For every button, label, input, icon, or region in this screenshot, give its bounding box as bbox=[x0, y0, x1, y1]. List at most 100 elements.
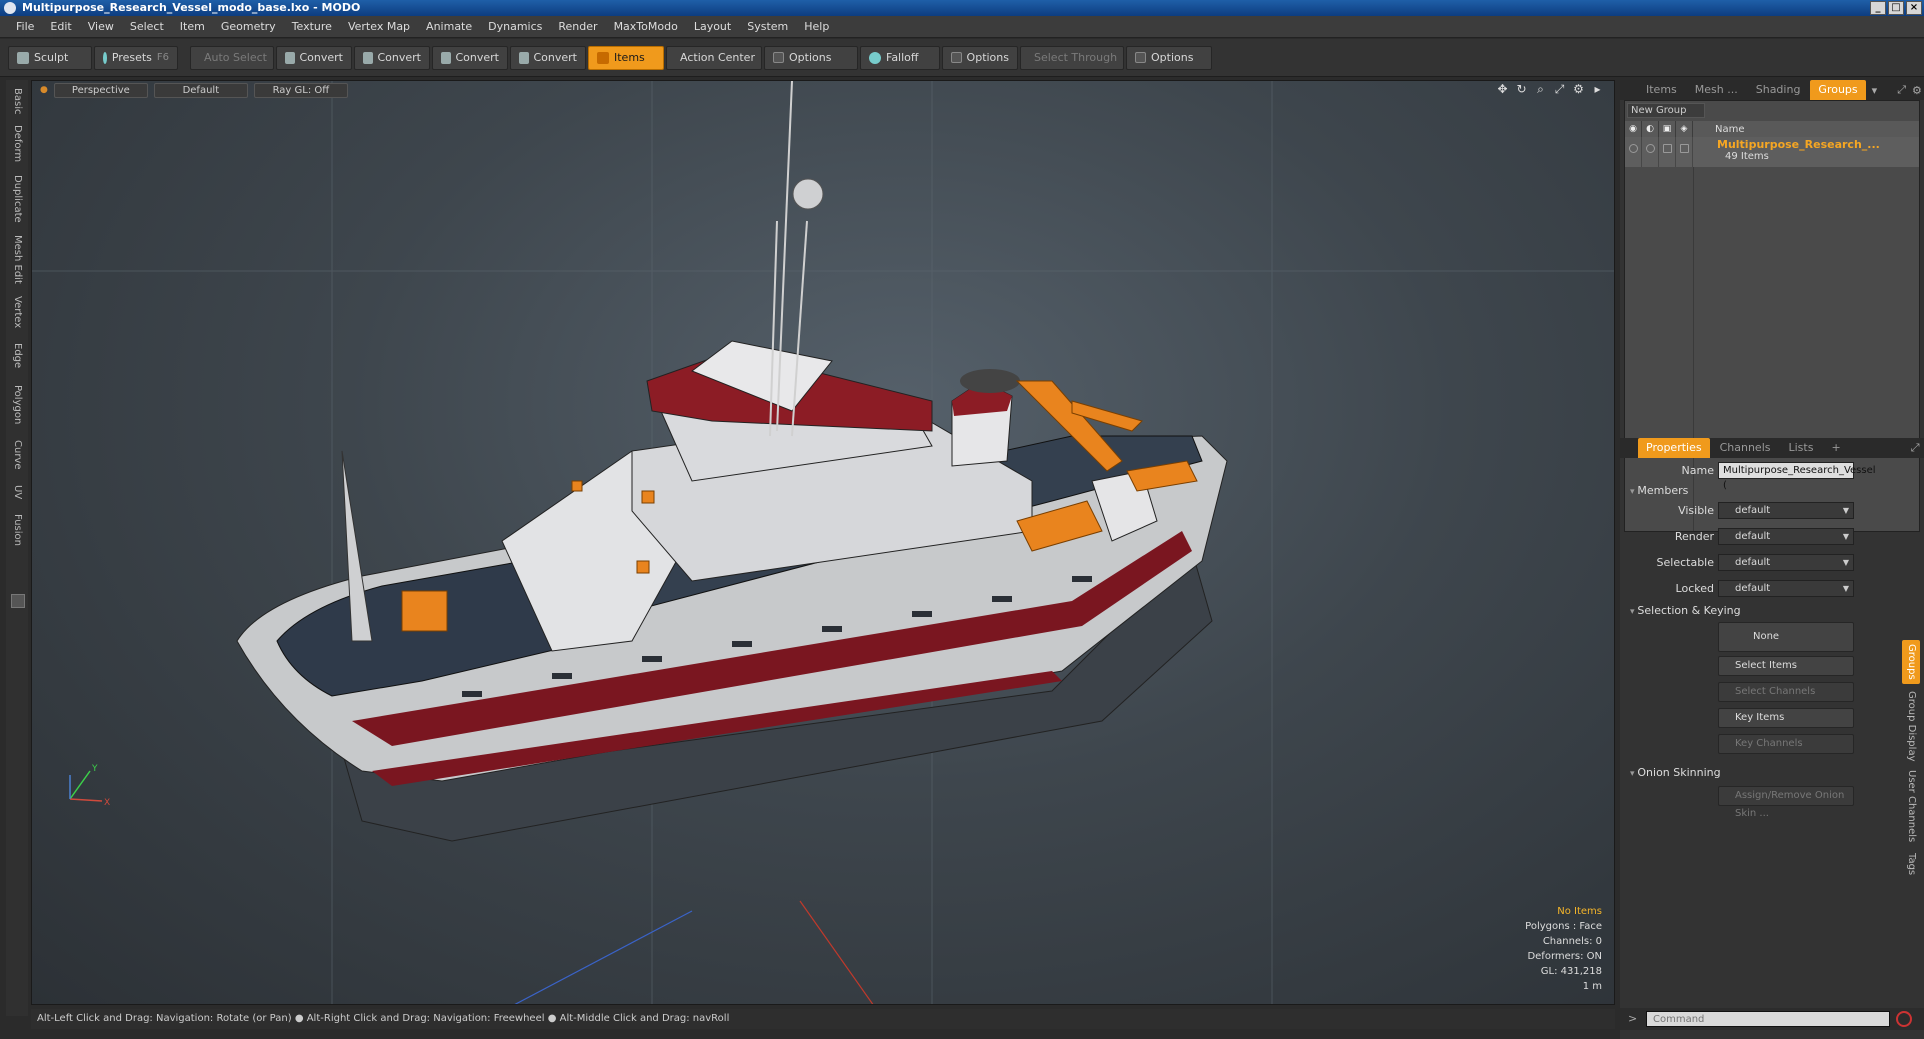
visibility-eye-icon[interactable]: ◉ bbox=[1625, 121, 1642, 137]
tab-mesh-edit[interactable]: Mesh Edit bbox=[6, 232, 28, 286]
gear-icon[interactable]: ⚙ bbox=[1572, 83, 1585, 96]
rotate-icon[interactable]: ↻ bbox=[1515, 83, 1528, 96]
select-through-button[interactable]: Select Through bbox=[1020, 45, 1124, 70]
menu-system[interactable]: System bbox=[739, 16, 796, 38]
select-items-button[interactable]: Select Items bbox=[1718, 656, 1854, 676]
select-through-options-button[interactable]: Options bbox=[1126, 45, 1212, 70]
3d-viewport[interactable]: Y X ● Perspective Default Ray GL: Off ✥ … bbox=[31, 80, 1615, 1005]
tab-shading[interactable]: Shading bbox=[1748, 80, 1809, 100]
onion-skinning-section[interactable]: Onion Skinning bbox=[1630, 766, 1720, 779]
key-items-button[interactable]: Key Items bbox=[1718, 708, 1854, 728]
tab-lists[interactable]: Lists bbox=[1781, 438, 1822, 458]
menu-layout[interactable]: Layout bbox=[686, 16, 739, 38]
tab-edge[interactable]: Edge bbox=[6, 338, 28, 374]
expand-icon[interactable]: ⤢ bbox=[1897, 83, 1906, 97]
tab-curve[interactable]: Curve bbox=[6, 436, 28, 474]
tab-channels[interactable]: Channels bbox=[1712, 438, 1779, 458]
tool-panel-toggle-button[interactable] bbox=[11, 594, 25, 608]
gear-icon[interactable]: ⚙ bbox=[1912, 84, 1922, 97]
menu-select[interactable]: Select bbox=[122, 16, 172, 38]
name-column-header[interactable]: Name bbox=[1693, 124, 1745, 135]
render-dropdown[interactable]: default ▼ bbox=[1718, 528, 1854, 545]
maximize-button[interactable]: □ bbox=[1888, 1, 1904, 15]
lock-icon[interactable]: ▣ bbox=[1659, 121, 1676, 137]
zoom-icon[interactable]: ⌕ bbox=[1534, 83, 1547, 96]
menu-render[interactable]: Render bbox=[550, 16, 605, 38]
pan-icon[interactable]: ✥ bbox=[1496, 83, 1509, 96]
action-center-button[interactable]: Action Center bbox=[666, 45, 762, 70]
convert-material-button[interactable]: Convert bbox=[510, 45, 586, 70]
render-icon[interactable]: ◐ bbox=[1642, 121, 1659, 137]
chevron-down-icon[interactable]: ▾ bbox=[1872, 84, 1878, 97]
side-tab-user-channels[interactable]: User Channels bbox=[1902, 768, 1920, 844]
tab-groups[interactable]: Groups bbox=[1810, 80, 1866, 100]
menu-animate[interactable]: Animate bbox=[418, 16, 480, 38]
view-mode-dropdown[interactable]: Perspective bbox=[53, 82, 148, 98]
tab-basic[interactable]: Basic bbox=[6, 84, 28, 118]
menu-texture[interactable]: Texture bbox=[284, 16, 340, 38]
select-icon[interactable]: ◈ bbox=[1676, 121, 1693, 137]
falloff-options-button[interactable]: Options bbox=[942, 45, 1018, 70]
convert-label: Convert bbox=[299, 51, 344, 64]
menu-vertex-map[interactable]: Vertex Map bbox=[340, 16, 418, 38]
expand-icon[interactable]: ⤢ bbox=[1911, 441, 1920, 455]
shading-dropdown[interactable]: Default bbox=[153, 82, 248, 98]
command-history-button[interactable] bbox=[1896, 1011, 1912, 1027]
presets-button[interactable]: Presets F6 bbox=[94, 45, 178, 70]
tab-uv[interactable]: UV bbox=[6, 480, 28, 504]
tab-mesh[interactable]: Mesh ... bbox=[1687, 80, 1746, 100]
onion-skin-button[interactable]: Assign/Remove Onion Skin ... bbox=[1718, 786, 1854, 819]
menu-edit[interactable]: Edit bbox=[42, 16, 79, 38]
chevron-right-icon[interactable]: ▸ bbox=[1591, 83, 1604, 96]
menu-maxtomodo[interactable]: MaxToModo bbox=[606, 16, 686, 38]
visible-dropdown[interactable]: default ▼ bbox=[1718, 502, 1854, 519]
name-field[interactable]: Multipurpose_Research_Vessel ( bbox=[1718, 462, 1876, 491]
convert-vertex-button[interactable]: Convert bbox=[276, 45, 352, 70]
items-mode-button[interactable]: Items bbox=[588, 45, 664, 70]
lock-toggle[interactable] bbox=[1659, 137, 1676, 167]
menu-dynamics[interactable]: Dynamics bbox=[480, 16, 550, 38]
command-input[interactable] bbox=[1646, 1011, 1890, 1027]
tab-properties[interactable]: Properties bbox=[1638, 438, 1710, 458]
tab-items[interactable]: Items bbox=[1638, 80, 1685, 100]
selectable-dropdown[interactable]: default ▼ bbox=[1718, 554, 1854, 571]
close-button[interactable]: × bbox=[1906, 1, 1922, 15]
key-channels-button[interactable]: Key Channels bbox=[1718, 734, 1854, 754]
falloff-label: Falloff bbox=[886, 51, 919, 64]
fit-icon[interactable]: ⤢ bbox=[1553, 83, 1566, 96]
menu-view[interactable]: View bbox=[80, 16, 122, 38]
tab-vertex[interactable]: Vertex bbox=[6, 292, 28, 332]
side-tab-groups[interactable]: Groups bbox=[1902, 640, 1920, 684]
render-toggle[interactable] bbox=[1642, 137, 1659, 167]
sculpt-button[interactable]: Sculpt bbox=[8, 45, 92, 70]
menu-help[interactable]: Help bbox=[796, 16, 837, 38]
members-section[interactable]: Members bbox=[1630, 484, 1688, 497]
tab-deform[interactable]: Deform bbox=[6, 122, 28, 166]
minimize-button[interactable]: _ bbox=[1870, 1, 1886, 15]
convert-edge-button[interactable]: Convert bbox=[354, 45, 430, 70]
add-tab-button[interactable]: + bbox=[1823, 438, 1848, 458]
locked-dropdown[interactable]: default ▼ bbox=[1718, 580, 1854, 597]
auto-select-button[interactable]: Auto Select bbox=[190, 45, 274, 70]
falloff-button[interactable]: Falloff bbox=[860, 45, 940, 70]
menu-geometry[interactable]: Geometry bbox=[213, 16, 284, 38]
raygl-toggle[interactable]: Ray GL: Off bbox=[253, 82, 348, 98]
menu-file[interactable]: File bbox=[8, 16, 42, 38]
side-tab-group-display[interactable]: Group Display bbox=[1902, 688, 1920, 764]
render-value: default bbox=[1735, 531, 1771, 542]
tab-polygon[interactable]: Polygon bbox=[6, 380, 28, 430]
side-tab-tags[interactable]: Tags bbox=[1902, 848, 1920, 880]
none-button[interactable]: None bbox=[1718, 622, 1854, 652]
menu-item[interactable]: Item bbox=[172, 16, 213, 38]
group-row[interactable]: Multipurpose_Research_... 49 Items bbox=[1625, 137, 1919, 167]
new-group-button[interactable]: New Group bbox=[1627, 103, 1705, 118]
tab-duplicate[interactable]: Duplicate bbox=[6, 172, 28, 226]
visibility-toggle[interactable] bbox=[1625, 137, 1642, 167]
action-center-options-button[interactable]: Options bbox=[764, 45, 858, 70]
select-channels-button[interactable]: Select Channels bbox=[1718, 682, 1854, 702]
select-toggle[interactable] bbox=[1676, 137, 1693, 167]
tab-fusion[interactable]: Fusion bbox=[6, 510, 28, 550]
selection-keying-section[interactable]: Selection & Keying bbox=[1630, 604, 1740, 617]
viewport-menu-icon[interactable]: ● bbox=[40, 85, 48, 95]
convert-polygon-button[interactable]: Convert bbox=[432, 45, 508, 70]
